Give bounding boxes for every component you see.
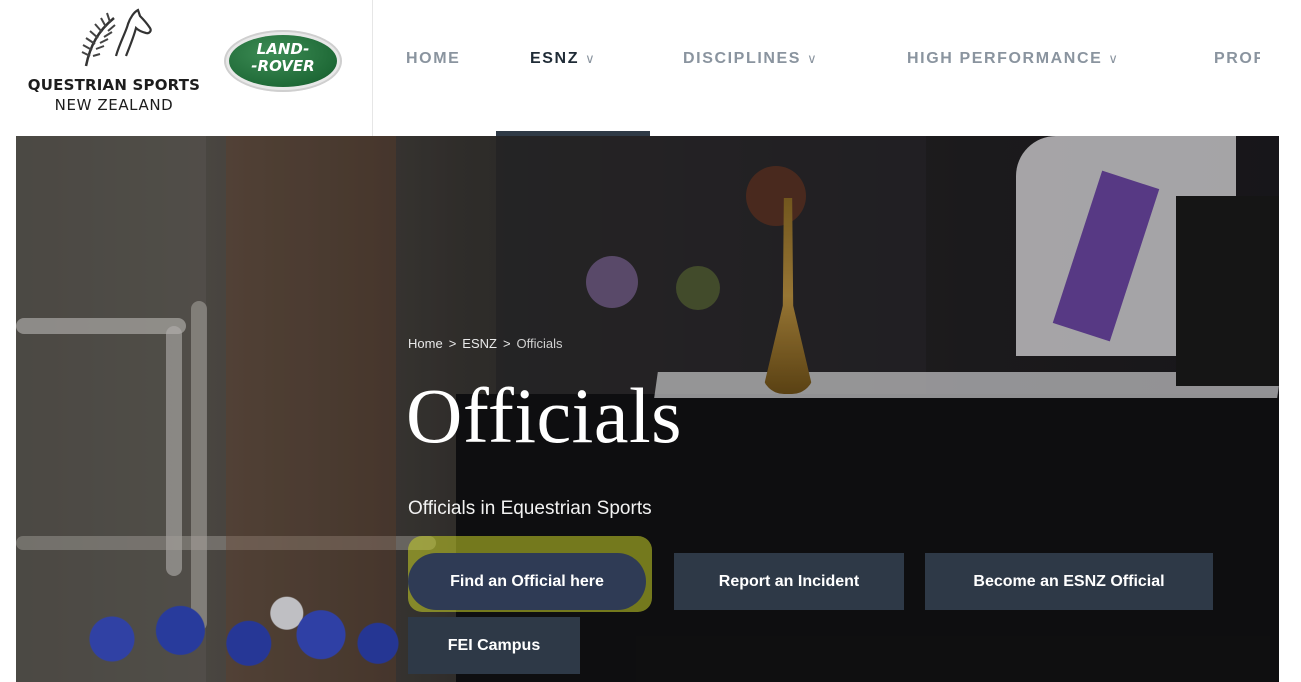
esnz-name-line1: QUESTRIAN SPORTS: [27, 76, 201, 94]
nav-esnz-label: ESNZ: [530, 50, 580, 67]
land-rover-wordmark: LAND- -ROVER: [251, 40, 315, 75]
breadcrumb-current: Officials: [516, 336, 563, 351]
site-header: QUESTRIAN SPORTS NEW ZEALAND LAND- -ROVE…: [0, 0, 1301, 136]
nav-esnz[interactable]: ESNZ ∨: [530, 50, 596, 74]
land-rover-line1: LAND: [256, 40, 304, 58]
chevron-down-icon: ∨: [585, 51, 597, 66]
horse-fern-icon: [81, 8, 152, 67]
breadcrumb: Home > ESNZ > Officials: [408, 336, 563, 351]
nav-profile-label: PROFI: [1214, 50, 1260, 67]
esnz-logo[interactable]: QUESTRIAN SPORTS NEW ZEALAND: [14, 6, 214, 116]
nav-high-performance[interactable]: HIGH PERFORMANCE ∨: [907, 50, 1120, 74]
find-official-button[interactable]: Find an Official here: [408, 553, 646, 610]
brand-area: QUESTRIAN SPORTS NEW ZEALAND LAND- -ROVE…: [0, 0, 373, 136]
report-incident-button[interactable]: Report an Incident: [674, 553, 904, 610]
breadcrumb-home[interactable]: Home: [408, 336, 443, 351]
breadcrumb-separator: >: [448, 336, 457, 351]
breadcrumb-separator: >: [502, 336, 511, 351]
nav-disciplines-label: DISCIPLINES: [683, 50, 802, 67]
chevron-down-icon: ∨: [1108, 51, 1120, 66]
land-rover-badge: LAND- -ROVER: [229, 35, 337, 87]
page-subtitle: Officials in Equestrian Sports: [408, 498, 652, 519]
land-rover-line2: ROVER: [257, 57, 315, 75]
page-title: Officials: [406, 372, 682, 459]
nav-profile[interactable]: PROFI: [1214, 50, 1260, 74]
chevron-down-icon: ∨: [807, 51, 819, 66]
hero-banner: Home > ESNZ > Officials Officials Officials …: [16, 136, 1279, 682]
breadcrumb-esnz[interactable]: ESNZ: [462, 336, 497, 351]
nav-high-performance-label: HIGH PERFORMANCE: [907, 50, 1103, 67]
become-official-button[interactable]: Become an ESNZ Official: [925, 553, 1213, 610]
nav-disciplines[interactable]: DISCIPLINES ∨: [683, 50, 818, 74]
nav-home[interactable]: HOME: [406, 50, 460, 74]
land-rover-logo[interactable]: LAND- -ROVER: [224, 30, 342, 92]
fei-campus-button[interactable]: FEI Campus: [408, 617, 580, 674]
nav-home-label: HOME: [406, 50, 461, 67]
esnz-name-line2: NEW ZEALAND: [54, 96, 174, 114]
